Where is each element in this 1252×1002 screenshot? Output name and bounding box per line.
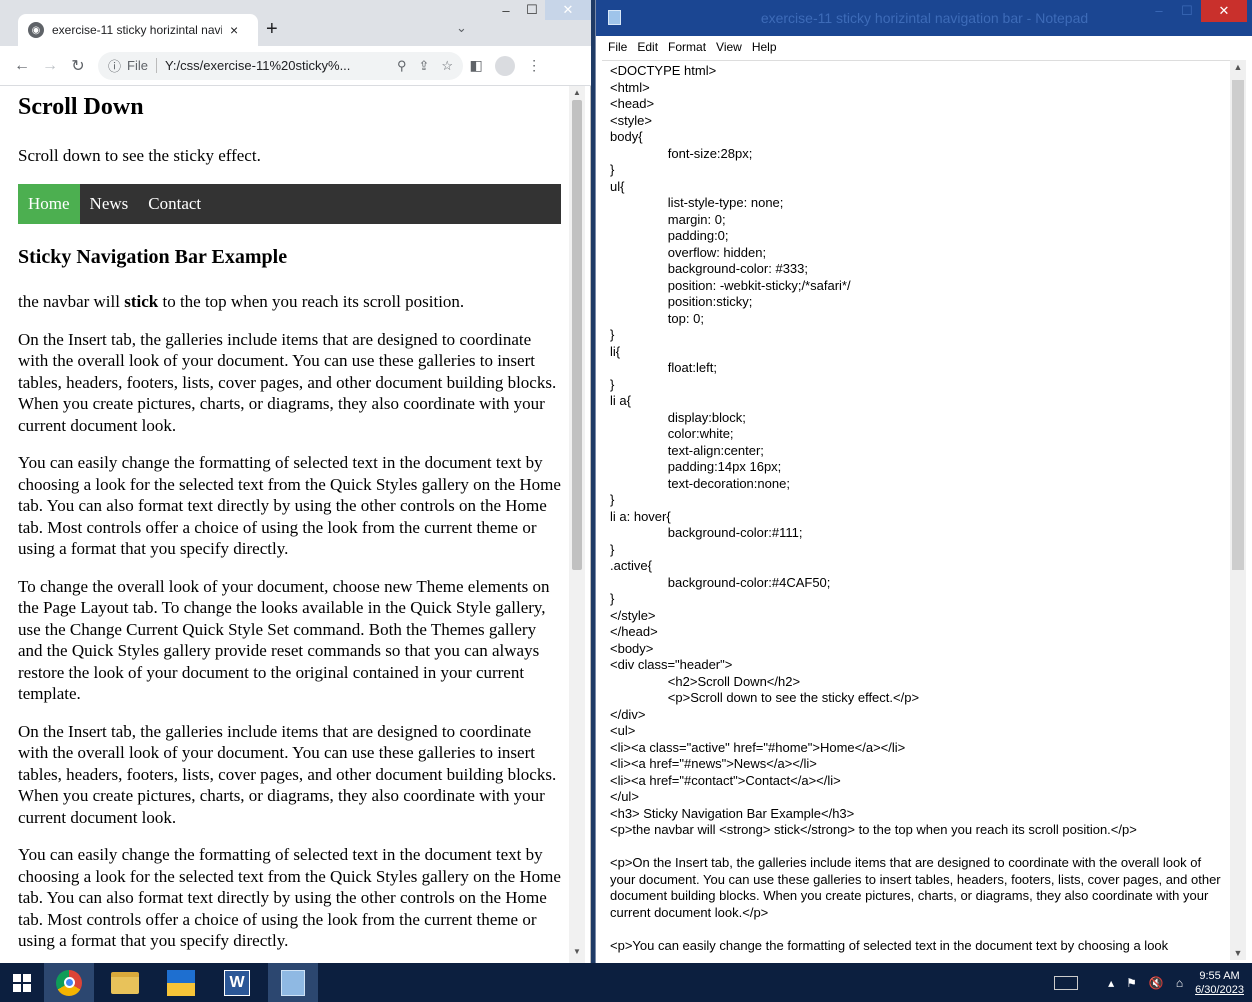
address-scheme: File bbox=[127, 58, 157, 73]
speaker-muted-icon[interactable]: 🔇 bbox=[1149, 976, 1164, 990]
clock-date: 6/30/2023 bbox=[1195, 983, 1244, 996]
taskbar-chrome[interactable] bbox=[44, 963, 94, 1002]
chrome-icon bbox=[56, 969, 82, 996]
taskbar-word[interactable]: W bbox=[212, 963, 262, 1002]
page-heading: Scroll Down bbox=[18, 94, 144, 120]
scroll-down-arrow-icon[interactable]: ▼ bbox=[1230, 948, 1246, 958]
nav-link-home[interactable]: Home bbox=[18, 184, 80, 224]
clock-time: 9:55 AM bbox=[1199, 969, 1240, 982]
bookmark-star-icon[interactable]: ☆ bbox=[441, 58, 453, 74]
scroll-thumb[interactable] bbox=[572, 100, 582, 570]
section-title: Sticky Navigation Bar Example bbox=[18, 246, 288, 268]
menu-view[interactable]: View bbox=[716, 40, 742, 54]
notepad-icon bbox=[281, 969, 305, 996]
menu-edit[interactable]: Edit bbox=[637, 40, 658, 54]
address-bar[interactable]: ⓘ File Y:/css/exercise-11%20sticky%... ⚲… bbox=[98, 51, 464, 80]
system-tray: ▴ ⚑ 🔇 ⌂ 9:55 AM 6/30/2023 bbox=[1054, 963, 1252, 1002]
page-scrollbar[interactable]: ▲ ▼ bbox=[569, 86, 585, 963]
menu-file[interactable]: File bbox=[608, 40, 627, 54]
flag-icon[interactable]: ⚑ bbox=[1126, 976, 1137, 990]
app-icon bbox=[167, 969, 195, 996]
tab-close-button[interactable]: × bbox=[230, 22, 238, 38]
paragraph: On the Insert tab, the galleries include… bbox=[18, 721, 557, 827]
paragraph: On the Insert tab, the galleries include… bbox=[18, 329, 557, 435]
notepad-scrollbar[interactable]: ▲ ▼ bbox=[1230, 60, 1246, 960]
notepad-window-controls: – ☐ ✕ bbox=[1145, 0, 1247, 22]
minimize-button[interactable]: – bbox=[493, 0, 519, 20]
taskbar-app[interactable] bbox=[156, 963, 206, 1002]
taskbar: W ▴ ⚑ 🔇 ⌂ 9:55 AM 6/30/2023 bbox=[0, 963, 1252, 1002]
sticky-navbar: Home News Contact bbox=[18, 184, 561, 224]
scroll-up-arrow-icon[interactable]: ▲ bbox=[1230, 62, 1246, 72]
start-button[interactable] bbox=[0, 963, 44, 1002]
chrome-window: ◉ exercise-11 sticky horizintal navig × … bbox=[0, 0, 591, 963]
network-icon[interactable]: ⌂ bbox=[1176, 976, 1183, 990]
address-url[interactable]: Y:/css/exercise-11%20sticky%... bbox=[165, 58, 385, 73]
zoom-icon[interactable]: ⚲ bbox=[397, 58, 407, 74]
taskbar-file-explorer[interactable] bbox=[100, 963, 150, 1002]
reload-button[interactable]: ↻ bbox=[64, 56, 92, 76]
maximize-button[interactable]: ☐ bbox=[519, 0, 545, 20]
profile-avatar[interactable] bbox=[495, 55, 516, 76]
notepad-maximize-button[interactable]: ☐ bbox=[1173, 0, 1201, 22]
menu-help[interactable]: Help bbox=[752, 40, 777, 54]
new-tab-button[interactable]: + bbox=[266, 18, 278, 41]
notepad-scroll-thumb[interactable] bbox=[1232, 80, 1244, 570]
lead-text: Scroll down to see the sticky effect. bbox=[18, 146, 261, 165]
clock[interactable]: 9:55 AM 6/30/2023 bbox=[1195, 969, 1244, 997]
tab-search-button[interactable]: ⌄ bbox=[456, 20, 467, 36]
sticky-sentence: the navbar will stick to the top when yo… bbox=[18, 292, 465, 311]
info-icon[interactable]: ⓘ bbox=[108, 56, 121, 75]
page-content: the navbar will stick to the top when yo… bbox=[18, 291, 563, 963]
notepad-close-button[interactable]: ✕ bbox=[1201, 0, 1247, 22]
forward-button[interactable]: → bbox=[36, 57, 64, 75]
folder-icon bbox=[111, 971, 139, 994]
menu-kebab-icon[interactable]: ⋮ bbox=[521, 57, 547, 74]
close-window-button[interactable]: ✕ bbox=[545, 0, 591, 20]
page-viewport: Scroll Down Scroll down to see the stick… bbox=[0, 86, 569, 963]
tab-title: exercise-11 sticky horizintal navig bbox=[52, 23, 222, 37]
notepad-window: exercise-11 sticky horizintal navigation… bbox=[595, 0, 1252, 963]
browser-tab[interactable]: ◉ exercise-11 sticky horizintal navig × bbox=[18, 14, 258, 46]
tab-strip: ◉ exercise-11 sticky horizintal navig × … bbox=[0, 0, 591, 46]
side-panel-icon[interactable]: ◧ bbox=[463, 57, 489, 74]
notepad-text-area[interactable]: <DOCTYPE html> <html> <head> <style> bod… bbox=[602, 60, 1230, 960]
menu-format[interactable]: Format bbox=[668, 40, 706, 54]
paragraph: You can easily change the formatting of … bbox=[18, 453, 561, 558]
scroll-down-arrow-icon[interactable]: ▼ bbox=[569, 947, 585, 961]
nav-link-contact[interactable]: Contact bbox=[138, 184, 211, 224]
notepad-minimize-button[interactable]: – bbox=[1145, 0, 1173, 22]
window-controls: – ☐ ✕ bbox=[493, 0, 591, 30]
globe-icon: ◉ bbox=[28, 22, 44, 38]
back-button[interactable]: ← bbox=[8, 57, 36, 75]
word-icon: W bbox=[224, 969, 250, 996]
keyboard-icon[interactable] bbox=[1054, 975, 1079, 990]
chevron-up-icon[interactable]: ▴ bbox=[1108, 976, 1114, 990]
notepad-menubar: File Edit Format View Help bbox=[596, 36, 1252, 58]
share-icon[interactable]: ⇪ bbox=[419, 58, 430, 74]
windows-logo-icon bbox=[13, 973, 31, 992]
notepad-titlebar: exercise-11 sticky horizintal navigation… bbox=[596, 0, 1252, 36]
paragraph: To change the overall look of your docum… bbox=[18, 576, 550, 704]
nav-link-news[interactable]: News bbox=[80, 184, 139, 224]
browser-toolbar: ← → ↻ ⓘ File Y:/css/exercise-11%20sticky… bbox=[0, 46, 591, 86]
paragraph: You can easily change the formatting of … bbox=[18, 845, 561, 950]
taskbar-notepad[interactable] bbox=[268, 963, 318, 1002]
